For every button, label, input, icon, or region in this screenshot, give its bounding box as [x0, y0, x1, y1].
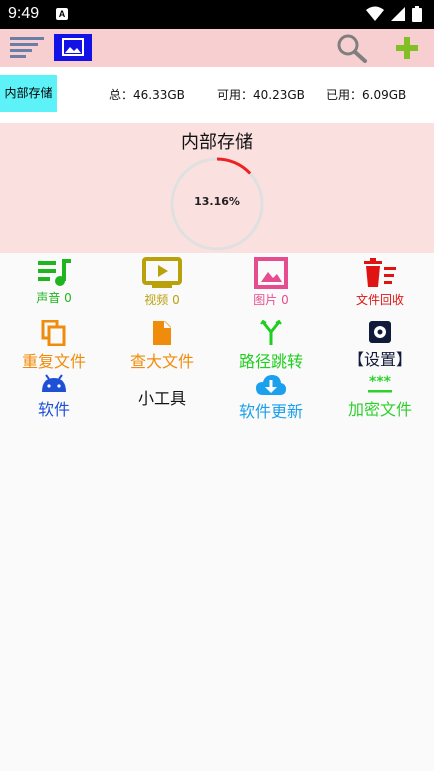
image-icon: [254, 257, 288, 289]
battery-icon: [412, 6, 422, 22]
tool-software[interactable]: 软件: [0, 374, 108, 420]
tool-duplicate-files[interactable]: 重复文件: [0, 320, 108, 372]
tool-find-large-files[interactable]: 查大文件: [108, 320, 216, 372]
usage-percent: 13.16%: [194, 195, 240, 208]
tool-software-update[interactable]: 软件更新: [217, 374, 325, 422]
search-icon[interactable]: [336, 33, 368, 63]
tool-label: 小工具: [137, 389, 186, 408]
storage-total: 总：46.33GB: [109, 88, 185, 102]
category-picture[interactable]: 图片 0: [217, 257, 325, 308]
tool-label: 加密文件: [347, 400, 412, 419]
image-icon: [62, 38, 84, 56]
top-toolbar: [0, 29, 434, 67]
storage-row: 内部存储 总：46.33GB 可用：40.23GB 已用：6.09GB: [0, 67, 434, 123]
music-list-icon: [38, 259, 71, 286]
status-bar: 9:49 A: [0, 0, 434, 29]
tool-settings[interactable]: 【设置】: [326, 320, 434, 370]
tool-label: 【设置】: [347, 350, 412, 369]
category-label: 文件回收: [355, 293, 404, 307]
category-label: 图片 0: [253, 293, 289, 307]
storage-available: 可用：40.23GB: [217, 88, 305, 102]
tool-encrypted-files[interactable]: *** 加密文件: [326, 374, 434, 420]
notification-icon: A: [56, 8, 68, 20]
menu-icon[interactable]: [10, 35, 44, 61]
tool-label: 软件更新: [238, 402, 303, 421]
storage-panel: 内部存储 13.16%: [0, 123, 434, 253]
copy-icon: [41, 320, 66, 346]
category-label: 视频 0: [144, 293, 180, 307]
tool-label: 查大文件: [129, 352, 194, 371]
category-label: 声音 0: [36, 291, 72, 305]
tool-utilities[interactable]: 小工具: [108, 374, 216, 409]
image-view-button[interactable]: [54, 34, 92, 61]
signal-icon: [391, 7, 405, 21]
cloud-download-icon: [256, 375, 286, 395]
category-video[interactable]: 视频 0: [108, 257, 216, 308]
panel-title: 内部存储: [181, 132, 253, 153]
status-time: 9:49: [8, 5, 40, 22]
tool-label: 重复文件: [21, 352, 86, 371]
android-icon: [42, 374, 66, 392]
tool-path-jump[interactable]: 路径跳转: [217, 320, 325, 372]
gear-icon: [369, 321, 391, 343]
wifi-icon: [366, 6, 384, 21]
tool-label: 软件: [37, 400, 70, 419]
category-sound[interactable]: 声音 0: [0, 257, 108, 306]
tab-internal-storage[interactable]: 内部存储: [0, 75, 57, 112]
storage-used: 已用：6.09GB: [326, 88, 407, 102]
file-icon: [153, 321, 171, 345]
status-icons: [366, 6, 422, 22]
video-icon: [142, 257, 182, 288]
tool-label: 路径跳转: [238, 352, 303, 371]
usage-arc: [216, 157, 252, 175]
category-recycle[interactable]: 文件回收: [326, 257, 434, 308]
password-icon: ***: [368, 374, 392, 393]
merge-icon: [260, 320, 282, 345]
add-icon[interactable]: [394, 35, 420, 61]
trash-icon: [364, 258, 396, 287]
svg-text:***: ***: [369, 374, 392, 390]
